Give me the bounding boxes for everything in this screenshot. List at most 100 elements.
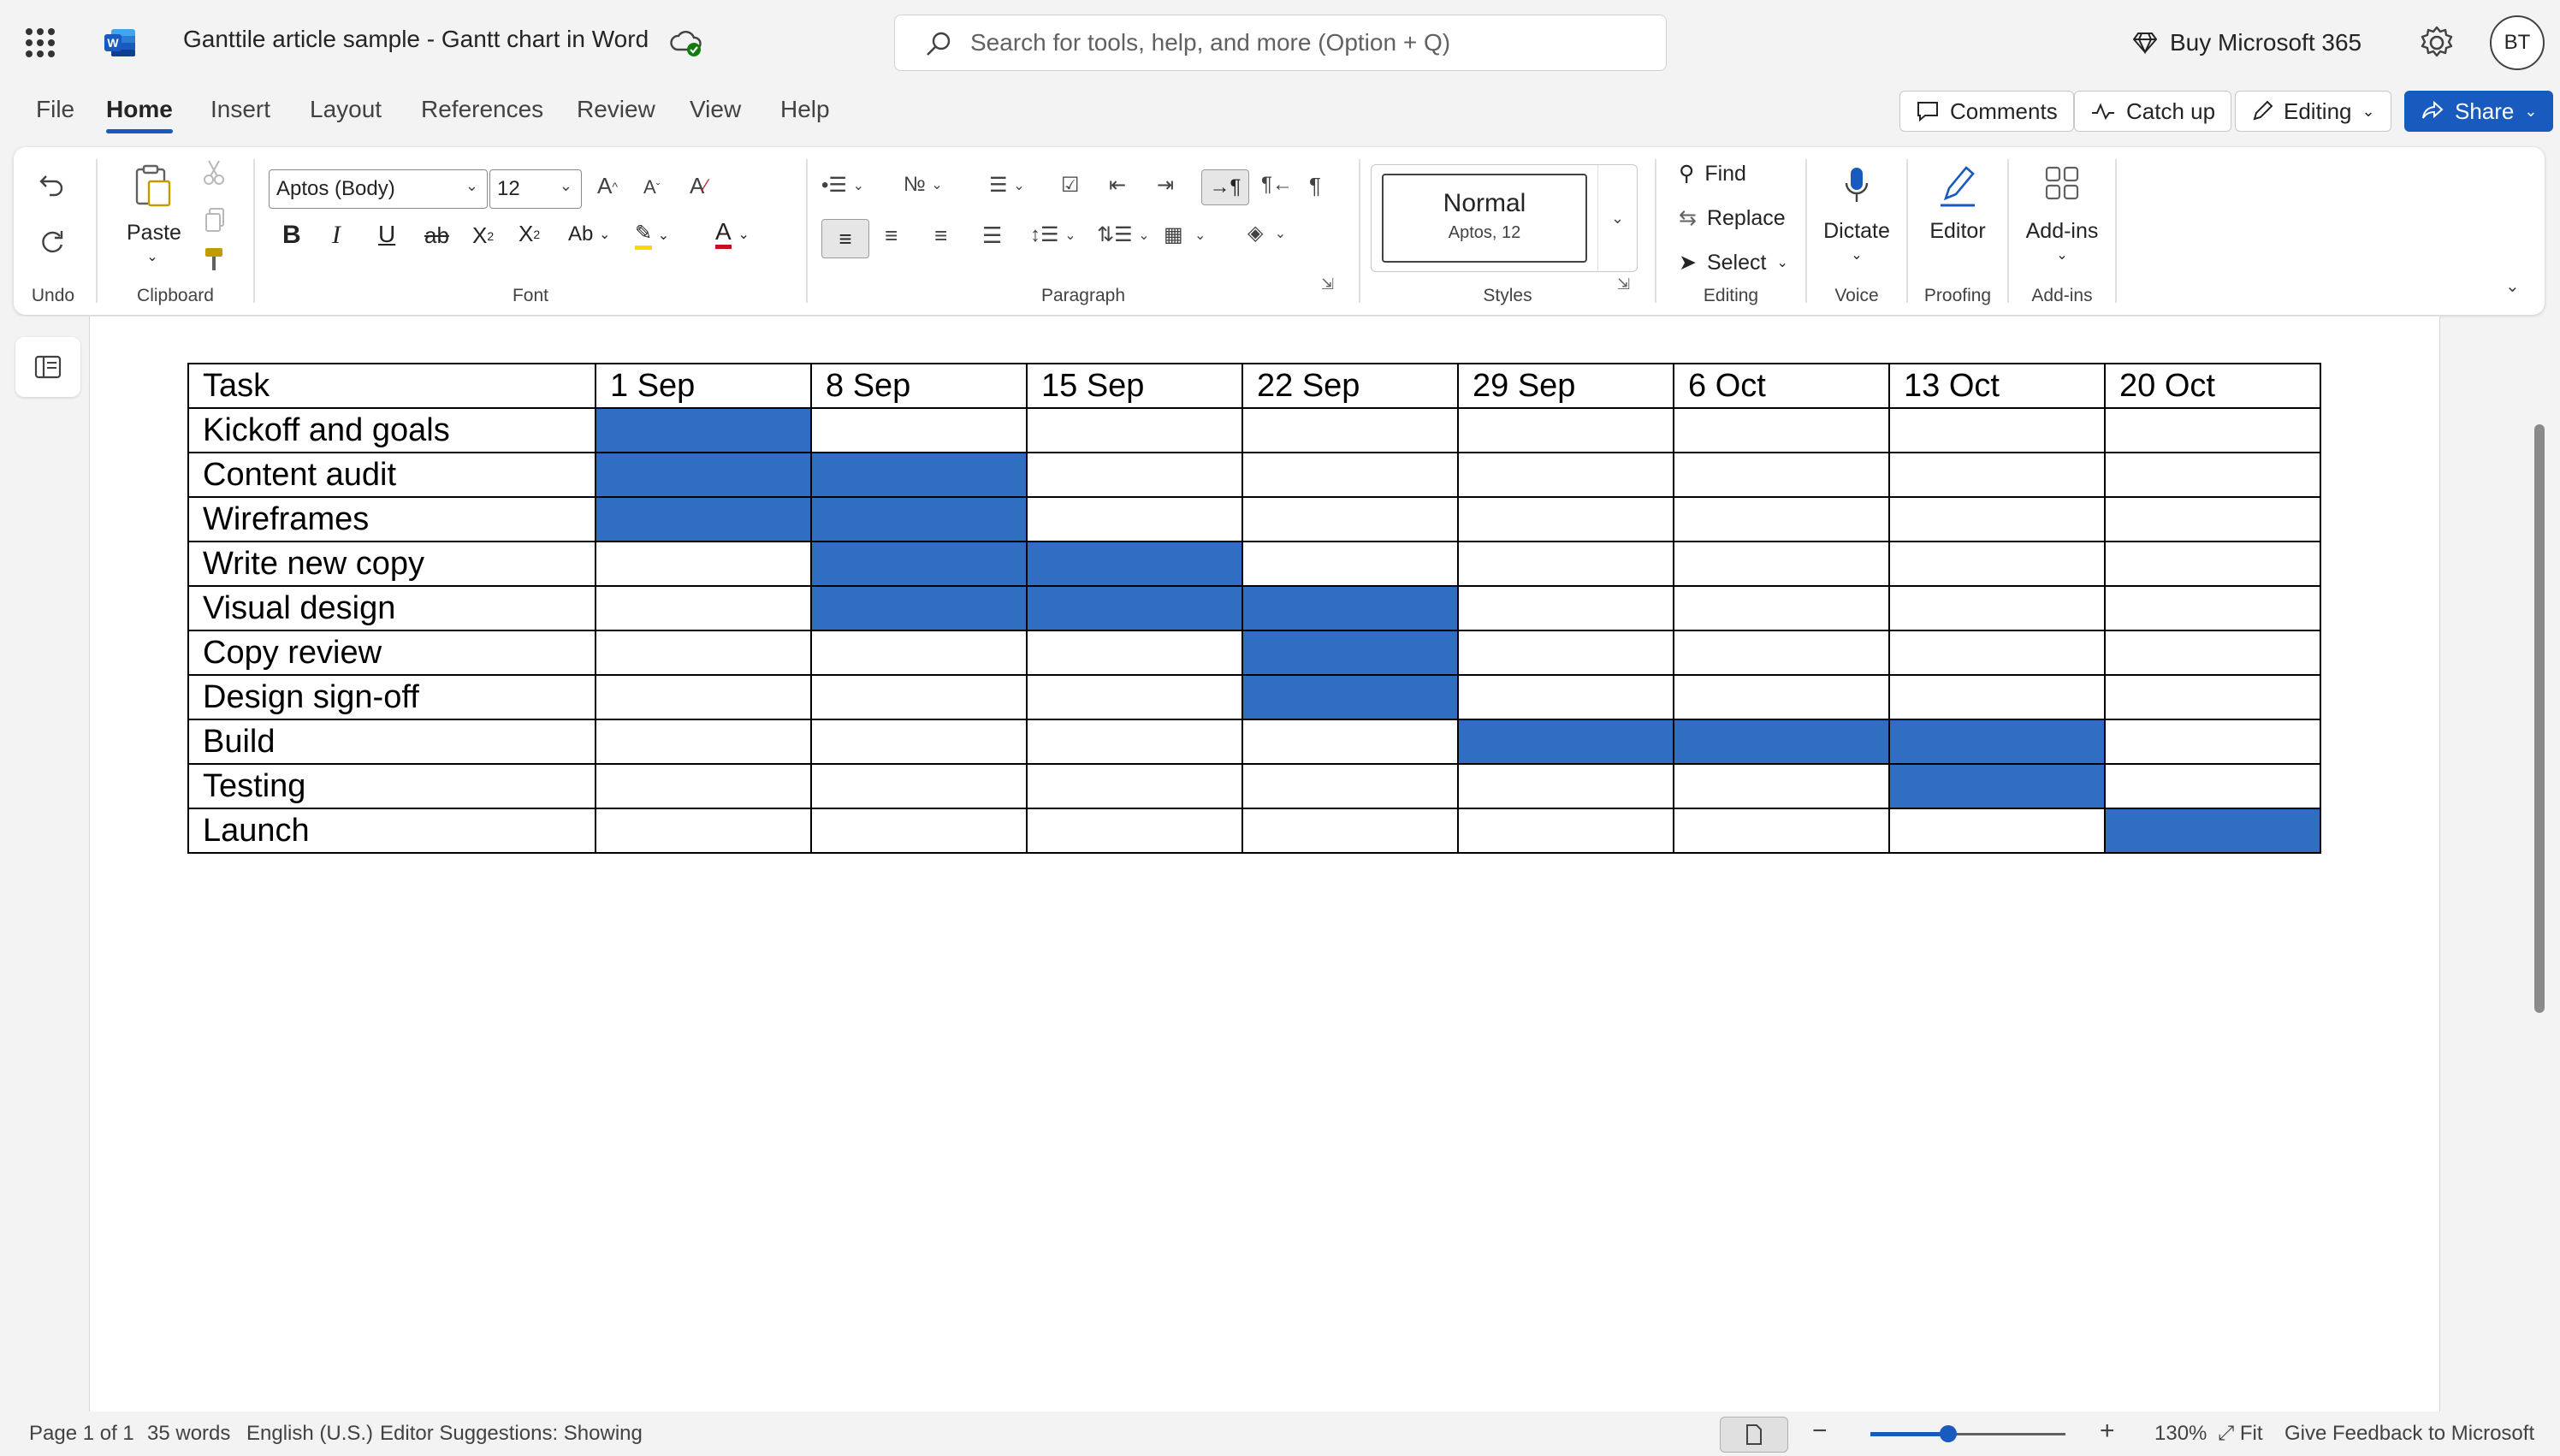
gantt-empty-cell[interactable]	[1457, 452, 1674, 498]
addins-label[interactable]: Add-ins	[2011, 219, 2113, 244]
gantt-bar-cell[interactable]	[810, 541, 1028, 587]
cloud-saved-icon[interactable]	[669, 27, 703, 58]
tab-layout[interactable]: Layout	[310, 96, 382, 123]
gantt-empty-cell[interactable]	[1888, 585, 2106, 631]
grow-font-icon[interactable]: A ^	[597, 173, 618, 199]
gantt-bar-cell[interactable]	[1888, 719, 2106, 765]
app-launcher-icon[interactable]	[26, 28, 55, 57]
gantt-empty-cell[interactable]	[595, 630, 812, 676]
gantt-empty-cell[interactable]	[2104, 763, 2321, 809]
gantt-bar-cell[interactable]	[810, 452, 1028, 498]
gantt-empty-cell[interactable]	[1673, 541, 1890, 587]
gantt-empty-cell[interactable]	[1888, 808, 2106, 854]
language-indicator[interactable]: English (U.S.)	[246, 1422, 373, 1446]
gantt-header-week[interactable]: 13 Oct	[1888, 363, 2106, 409]
zoom-in-icon[interactable]: +	[2100, 1417, 2115, 1446]
gantt-empty-cell[interactable]	[1673, 808, 1890, 854]
gantt-empty-cell[interactable]	[2104, 496, 2321, 542]
zoom-slider-thumb[interactable]	[1940, 1425, 1958, 1442]
chevron-down-icon[interactable]: ⌄	[2011, 246, 2113, 263]
gantt-empty-cell[interactable]	[1457, 630, 1674, 676]
gantt-bar-cell[interactable]	[2104, 808, 2321, 854]
print-layout-view-button[interactable]	[1720, 1417, 1788, 1453]
underline-icon[interactable]: U	[378, 221, 395, 248]
undo-icon[interactable]	[38, 169, 67, 198]
increase-indent-icon[interactable]: ⇥	[1157, 173, 1174, 198]
scrollbar-thumb[interactable]	[2534, 424, 2545, 1013]
gantt-bar-cell[interactable]	[595, 496, 812, 542]
gantt-empty-cell[interactable]	[1673, 630, 1890, 676]
gantt-task-cell[interactable]: Write new copy	[187, 541, 596, 587]
gantt-empty-cell[interactable]	[1888, 630, 2106, 676]
gantt-bar-cell[interactable]	[1888, 763, 2106, 809]
gantt-empty-cell[interactable]	[1026, 719, 1243, 765]
gantt-task-cell[interactable]: Copy review	[187, 630, 596, 676]
feedback-link[interactable]: Give Feedback to Microsoft	[2284, 1422, 2534, 1446]
editing-mode-button[interactable]: Editing ⌄	[2235, 91, 2391, 132]
gantt-empty-cell[interactable]	[1888, 407, 2106, 453]
gantt-empty-cell[interactable]	[1673, 452, 1890, 498]
gantt-empty-cell[interactable]	[1457, 763, 1674, 809]
addins-grid-icon[interactable]	[2043, 164, 2081, 202]
show-formatting-marks-icon[interactable]: ¶	[1309, 173, 1321, 199]
cut-icon[interactable]	[202, 159, 226, 186]
redo-icon[interactable]	[38, 228, 67, 257]
gantt-empty-cell[interactable]	[810, 674, 1028, 720]
word-count[interactable]: 35 words	[147, 1422, 230, 1446]
gantt-header-week[interactable]: 22 Sep	[1241, 363, 1459, 409]
document-title[interactable]: Ganttile article sample - Gantt chart in…	[183, 26, 649, 53]
gantt-task-cell[interactable]: Design sign-off	[187, 674, 596, 720]
font-name-box[interactable]: Aptos (Body) ⌄	[269, 169, 488, 209]
paste-icon[interactable]	[132, 163, 173, 209]
gantt-bar-cell[interactable]	[1026, 585, 1243, 631]
gantt-empty-cell[interactable]	[2104, 585, 2321, 631]
gantt-empty-cell[interactable]	[810, 763, 1028, 809]
borders-icon[interactable]: ▦ ⌄	[1164, 222, 1206, 247]
gantt-empty-cell[interactable]	[1888, 496, 2106, 542]
numbering-icon[interactable]: № ⌄	[904, 173, 943, 197]
gantt-empty-cell[interactable]	[1026, 763, 1243, 809]
gantt-header-week[interactable]: 15 Sep	[1026, 363, 1243, 409]
search-input[interactable]	[970, 26, 1638, 60]
gantt-empty-cell[interactable]	[1241, 452, 1459, 498]
gantt-header-week[interactable]: 20 Oct	[2104, 363, 2321, 409]
document-page[interactable]: Task 1 Sep 8 Sep 15 Sep 22 Sep 29 Sep 6 Oct 13 …	[89, 317, 2440, 1412]
share-button[interactable]: Share ⌄	[2404, 91, 2554, 132]
copy-icon[interactable]	[204, 207, 226, 233]
buy-microsoft-365-button[interactable]: Buy Microsoft 365	[2132, 22, 2361, 63]
gantt-empty-cell[interactable]	[1241, 496, 1459, 542]
gantt-empty-cell[interactable]	[1026, 630, 1243, 676]
gantt-empty-cell[interactable]	[1457, 674, 1674, 720]
gantt-empty-cell[interactable]	[1457, 585, 1674, 631]
gantt-empty-cell[interactable]	[2104, 674, 2321, 720]
gantt-empty-cell[interactable]	[1888, 452, 2106, 498]
font-color-icon[interactable]: A ⌄	[715, 219, 750, 249]
tab-help[interactable]: Help	[780, 96, 830, 123]
gantt-task-cell[interactable]: Testing	[187, 763, 596, 809]
gantt-empty-cell[interactable]	[2104, 630, 2321, 676]
gantt-empty-cell[interactable]	[1673, 763, 1890, 809]
decrease-indent-icon[interactable]: ⇤	[1109, 173, 1126, 198]
collapse-ribbon-icon[interactable]: ⌄	[2505, 275, 2520, 297]
gantt-bar-cell[interactable]	[810, 496, 1028, 542]
tab-file[interactable]: File	[36, 96, 74, 123]
chevron-down-icon[interactable]: ⌄	[142, 248, 163, 265]
shrink-font-icon[interactable]: Aˇ	[643, 176, 660, 198]
format-painter-icon[interactable]	[202, 246, 226, 272]
page-count[interactable]: Page 1 of 1	[29, 1422, 134, 1446]
dictate-label[interactable]: Dictate	[1809, 219, 1905, 244]
shading-icon[interactable]: ◈ ⌄	[1247, 221, 1286, 246]
tab-review[interactable]: Review	[577, 96, 655, 123]
justify-icon[interactable]: ☰	[982, 222, 1002, 249]
replace-button[interactable]: ⇆ Replace	[1679, 205, 1786, 231]
gantt-header-week[interactable]: 8 Sep	[810, 363, 1028, 409]
gantt-empty-cell[interactable]	[810, 630, 1028, 676]
vertical-scrollbar[interactable]	[2533, 317, 2550, 1412]
gantt-table[interactable]: Task 1 Sep 8 Sep 15 Sep 22 Sep 29 Sep 6 Oct 13 …	[187, 363, 2321, 854]
gantt-empty-cell[interactable]	[1673, 674, 1890, 720]
gantt-empty-cell[interactable]	[2104, 452, 2321, 498]
zoom-out-icon[interactable]: −	[1812, 1417, 1828, 1446]
gantt-empty-cell[interactable]	[1241, 541, 1459, 587]
gantt-empty-cell[interactable]	[2104, 407, 2321, 453]
gantt-empty-cell[interactable]	[1026, 407, 1243, 453]
